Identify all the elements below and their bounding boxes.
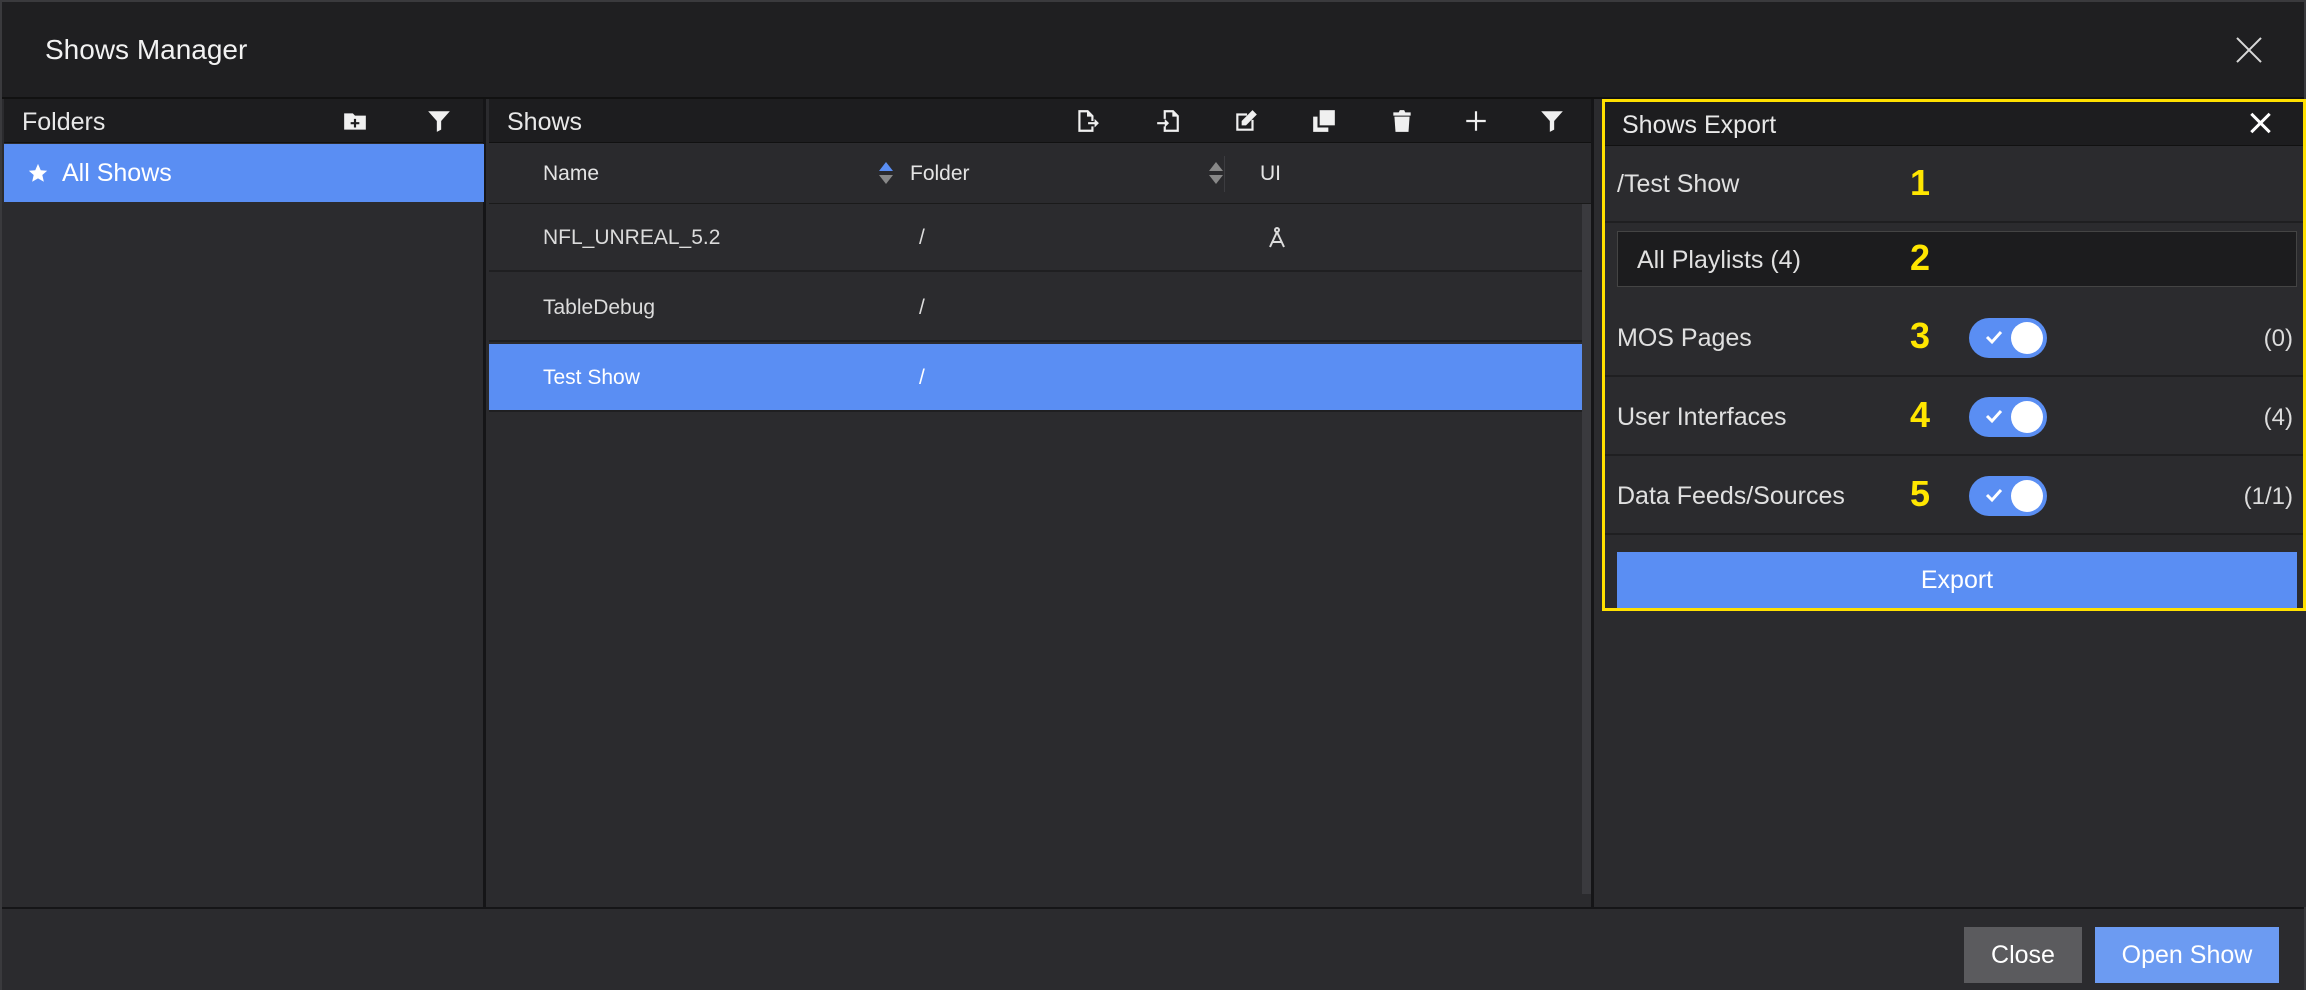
marker-2: 2 <box>1910 237 1931 278</box>
add-show-icon[interactable] <box>1459 105 1493 137</box>
column-divider <box>1224 156 1225 192</box>
marker-4: 4 <box>1910 394 1931 435</box>
check-icon <box>1985 486 2003 504</box>
export-option-row: User Interfaces 4 (4) <box>1605 377 2303 456</box>
show-folder: / <box>919 226 925 249</box>
table-row[interactable]: NFL_UNREAL_5.2 / <box>489 204 1591 272</box>
column-header-name[interactable]: Name <box>543 144 903 204</box>
show-path: /Test Show <box>1617 170 1740 198</box>
shows-pane: Shows Name Folder UI NFL_UNREAL_5.2 / Ta… <box>489 99 1594 907</box>
table-row[interactable]: TableDebug / <box>489 274 1591 342</box>
show-folder: / <box>919 366 925 389</box>
close-export-icon[interactable] <box>2247 110 2273 136</box>
shows-scrollbar[interactable] <box>1582 204 1591 894</box>
playlists-label: All Playlists (4) <box>1637 246 1801 274</box>
filter-folders-icon[interactable] <box>422 105 456 137</box>
column-name-label: Name <box>543 162 600 185</box>
show-name: NFL_UNREAL_5.2 <box>543 226 721 249</box>
sort-folder-icon[interactable] <box>1209 162 1223 186</box>
check-icon <box>1985 328 2003 346</box>
marker-1: 1 <box>1910 162 1931 203</box>
table-row[interactable]: Test Show / <box>489 344 1591 412</box>
export-show-icon[interactable] <box>1070 105 1104 137</box>
folders-header: Folders <box>4 99 483 143</box>
marker-3: 3 <box>1910 315 1931 356</box>
option-label: MOS Pages <box>1617 324 1752 352</box>
shows-table-header: Name Folder UI <box>489 144 1591 204</box>
export-playlists-row: All Playlists (4) 2 <box>1605 223 2303 299</box>
check-icon <box>1985 407 2003 425</box>
delete-show-icon[interactable] <box>1385 105 1419 137</box>
column-header-folder[interactable]: Folder <box>910 144 1225 204</box>
export-show-path-row: /Test Show 1 <box>1605 146 2303 223</box>
option-count: (1/1) <box>2243 483 2293 510</box>
marker-5: 5 <box>1910 473 1931 514</box>
shows-header: Shows <box>489 99 1591 143</box>
compass-icon <box>1265 204 1289 272</box>
export-option-row: Data Feeds/Sources 5 (1/1) <box>1605 456 2303 535</box>
window-title: Shows Manager <box>45 34 248 65</box>
show-folder: / <box>919 296 925 319</box>
show-name: Test Show <box>543 366 640 389</box>
column-ui-label: UI <box>1260 162 1281 185</box>
playlists-dropdown[interactable]: All Playlists (4) <box>1617 231 2297 287</box>
window-close-icon[interactable] <box>2234 35 2264 65</box>
mos-pages-toggle[interactable] <box>1969 318 2047 358</box>
export-pane: Shows Export /Test Show 1 All Playlists … <box>1602 99 2306 907</box>
show-name: TableDebug <box>543 296 656 319</box>
data-feeds-toggle[interactable] <box>1969 476 2047 516</box>
folders-title: Folders <box>22 108 106 136</box>
shows-export-panel: Shows Export /Test Show 1 All Playlists … <box>1602 99 2306 611</box>
filter-shows-icon[interactable] <box>1535 105 1569 137</box>
column-header-ui[interactable]: UI <box>1260 144 1281 204</box>
edit-show-icon[interactable] <box>1229 105 1263 137</box>
duplicate-show-icon[interactable] <box>1307 105 1341 137</box>
shows-manager-window: Shows Manager Folders All Shows Shows Na… <box>0 0 2306 990</box>
close-button[interactable]: Close <box>1964 927 2082 983</box>
title-bar: Shows Manager <box>2 2 2304 99</box>
export-option-row: MOS Pages 3 (0) <box>1605 299 2303 377</box>
sort-name-icon[interactable] <box>879 162 893 186</box>
user-interfaces-toggle[interactable] <box>1969 397 2047 437</box>
column-folder-label: Folder <box>910 162 970 185</box>
option-count: (0) <box>2263 325 2293 352</box>
folder-item-all-shows[interactable]: All Shows <box>4 144 484 202</box>
folder-label: All Shows <box>62 158 172 187</box>
option-label: User Interfaces <box>1617 403 1787 431</box>
export-button[interactable]: Export <box>1617 552 2297 608</box>
shows-title: Shows <box>507 108 583 136</box>
option-count: (4) <box>2263 404 2293 431</box>
star-icon <box>28 163 48 182</box>
import-show-icon[interactable] <box>1151 105 1185 137</box>
add-folder-icon[interactable] <box>338 105 372 137</box>
option-label: Data Feeds/Sources <box>1617 482 1845 510</box>
export-header: Shows Export <box>1605 102 2303 146</box>
dialog-footer: Close Open Show <box>2 907 2304 990</box>
folders-pane: Folders All Shows <box>4 99 486 907</box>
open-show-button[interactable]: Open Show <box>2095 927 2279 983</box>
export-title: Shows Export <box>1622 111 1777 139</box>
